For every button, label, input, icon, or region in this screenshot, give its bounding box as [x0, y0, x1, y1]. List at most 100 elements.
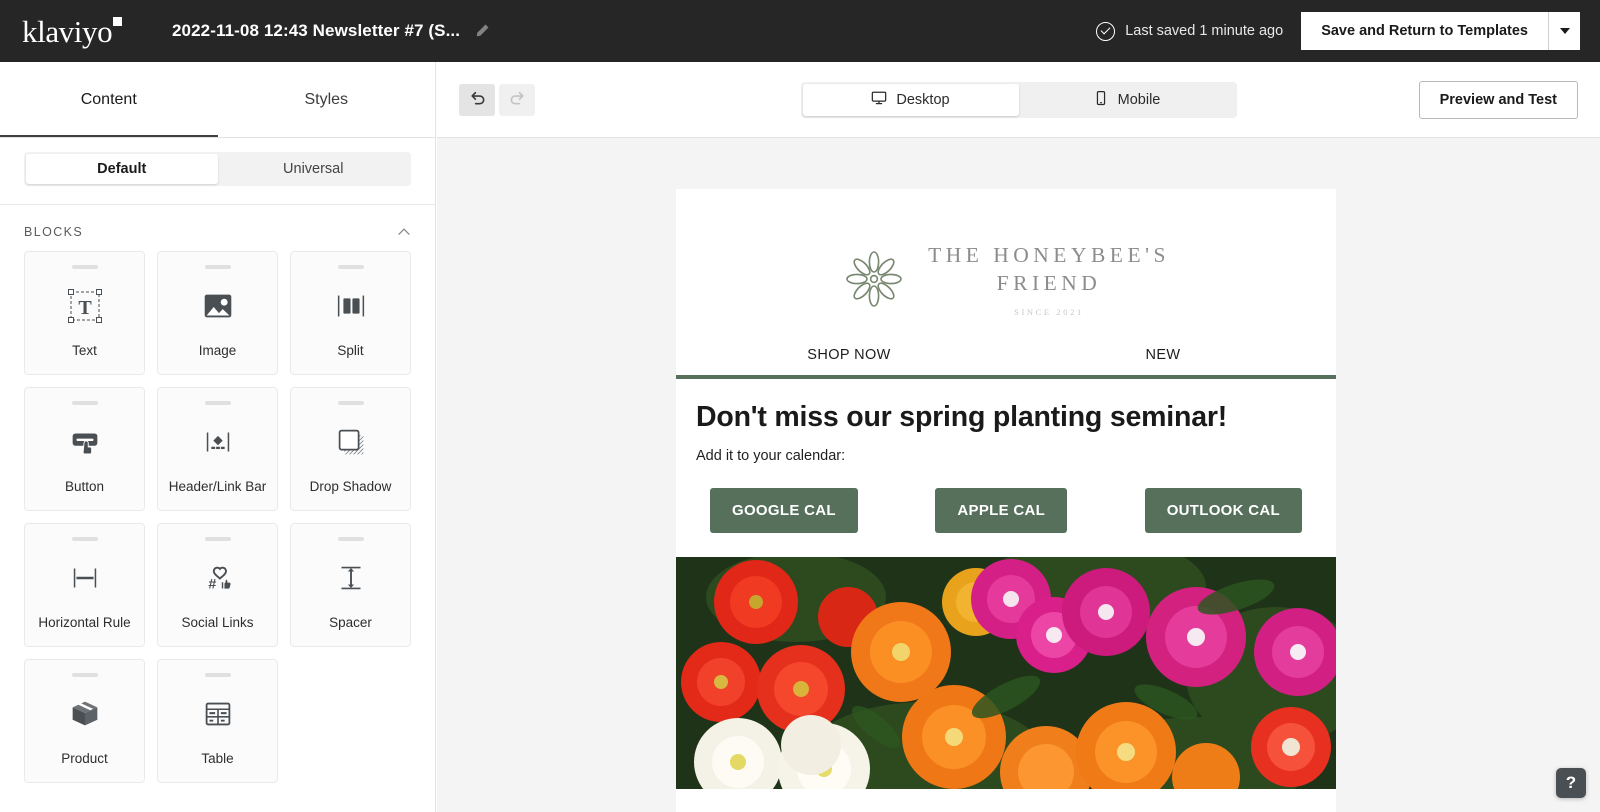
block-tile-spacer[interactable]: Spacer — [290, 523, 411, 647]
preview-and-test-button[interactable]: Preview and Test — [1419, 81, 1578, 119]
klaviyo-logo-text: klaviyo — [22, 16, 112, 47]
google-cal-button[interactable]: GOOGLE CAL — [710, 488, 858, 533]
redo-button — [499, 84, 535, 116]
scope-segmented-wrap: Default Universal — [0, 138, 435, 204]
svg-text:#: # — [208, 576, 216, 592]
block-tile-social-links[interactable]: # Social Links — [157, 523, 278, 647]
outlook-cal-button[interactable]: OUTLOOK CAL — [1145, 488, 1302, 533]
button-block-icon — [25, 405, 144, 479]
segment-universal[interactable]: Universal — [218, 154, 410, 184]
block-label: Button — [65, 479, 104, 510]
save-button-group: Save and Return to Templates — [1301, 12, 1580, 50]
split-block-icon — [291, 269, 410, 343]
block-tile-split[interactable]: Split — [290, 251, 411, 375]
top-bar: klaviyo 2022-11-08 12:43 Newsletter #7 (… — [0, 0, 1600, 62]
canvas-area: Desktop Mobile Preview and Test — [437, 62, 1600, 812]
block-tile-header-link-bar[interactable]: Header/Link Bar — [157, 387, 278, 511]
block-tile-drop-shadow[interactable]: Drop Shadow — [290, 387, 411, 511]
email-preview: THE HONEYBEE'S FRIEND SINCE 2021 SHOP NO… — [676, 189, 1336, 812]
calendar-button-row: GOOGLE CAL APPLE CAL OUTLOOK CAL — [676, 464, 1336, 533]
undo-arrow-icon — [468, 88, 487, 112]
device-option-desktop-label: Desktop — [896, 92, 949, 108]
brand-since-text: SINCE 2021 — [928, 307, 1170, 317]
save-status: Last saved 1 minute ago — [1096, 22, 1283, 41]
klaviyo-logo[interactable]: klaviyo — [0, 16, 172, 47]
brand-name: THE HONEYBEE'S FRIEND SINCE 2021 — [928, 241, 1170, 317]
monitor-icon — [871, 90, 887, 110]
block-label: Drop Shadow — [310, 479, 392, 510]
block-tile-horizontal-rule[interactable]: Horizontal Rule — [24, 523, 145, 647]
tab-styles-label: Styles — [304, 91, 348, 109]
flower-logo-icon — [842, 247, 906, 311]
chevron-up-icon[interactable] — [397, 225, 411, 239]
svg-text:T: T — [78, 297, 92, 319]
segment-default-label: Default — [97, 161, 146, 177]
block-label: Split — [337, 343, 363, 374]
segment-universal-label: Universal — [283, 161, 343, 177]
save-and-return-button[interactable]: Save and Return to Templates — [1301, 12, 1548, 50]
email-heading[interactable]: Don't miss our spring planting seminar! — [676, 379, 1336, 434]
blocks-section-title: BLOCKS — [24, 225, 83, 239]
block-label: Image — [199, 343, 237, 374]
device-option-desktop[interactable]: Desktop — [803, 84, 1019, 116]
device-toggle: Desktop Mobile — [801, 82, 1237, 118]
block-tile-text[interactable]: T Text — [24, 251, 145, 375]
block-label: Header/Link Bar — [169, 479, 267, 510]
panel-tabs: Content Styles — [0, 62, 435, 138]
canvas-toolbar: Desktop Mobile Preview and Test — [437, 62, 1600, 138]
brand-name-line2: FRIEND — [928, 269, 1170, 297]
left-panel: Content Styles Default Universal BLOCKS — [0, 62, 436, 812]
block-label: Text — [72, 343, 97, 374]
horizontal-rule-icon — [25, 541, 144, 615]
tab-styles[interactable]: Styles — [218, 62, 436, 138]
device-option-mobile-label: Mobile — [1118, 92, 1161, 108]
image-block-icon — [158, 269, 277, 343]
spacer-icon — [291, 541, 410, 615]
email-nav-link-shop-now[interactable]: SHOP NOW — [692, 347, 1006, 363]
hero-image[interactable] — [676, 557, 1336, 789]
drop-shadow-icon — [291, 405, 410, 479]
email-logo-block[interactable]: THE HONEYBEE'S FRIEND SINCE 2021 — [676, 189, 1336, 347]
help-button[interactable]: ? — [1556, 768, 1586, 798]
block-label: Horizontal Rule — [38, 615, 130, 646]
social-links-icon: # — [158, 541, 277, 615]
check-circle-icon — [1096, 22, 1115, 41]
pencil-icon[interactable] — [474, 23, 490, 39]
scope-segmented-control: Default Universal — [24, 152, 411, 186]
apple-cal-button[interactable]: APPLE CAL — [935, 488, 1067, 533]
product-box-icon — [25, 677, 144, 751]
brand-name-line1: THE HONEYBEE'S — [928, 241, 1170, 269]
tab-content-label: Content — [81, 91, 137, 109]
email-nav-link-new[interactable]: NEW — [1006, 347, 1320, 363]
block-label: Social Links — [181, 615, 253, 646]
document-title: 2022-11-08 12:43 Newsletter #7 (S... — [172, 21, 460, 41]
segment-default[interactable]: Default — [26, 154, 218, 184]
undo-button[interactable] — [459, 84, 495, 116]
email-subtext[interactable]: Add it to your calendar: — [676, 434, 1336, 464]
block-tile-table[interactable]: Table — [157, 659, 278, 783]
top-bar-right: Last saved 1 minute ago Save and Return … — [1096, 12, 1600, 50]
device-option-mobile[interactable]: Mobile — [1019, 84, 1235, 116]
header-link-bar-icon — [158, 405, 277, 479]
block-label: Product — [61, 751, 108, 782]
block-label: Table — [201, 751, 233, 782]
tabs-underline — [0, 137, 436, 138]
save-status-text: Last saved 1 minute ago — [1125, 23, 1283, 39]
canvas-scroll-region[interactable]: THE HONEYBEE'S FRIEND SINCE 2021 SHOP NO… — [437, 138, 1600, 812]
email-nav-bar[interactable]: SHOP NOW NEW — [676, 347, 1336, 379]
block-tile-product[interactable]: Product — [24, 659, 145, 783]
klaviyo-logo-dot — [113, 17, 122, 26]
tab-content[interactable]: Content — [0, 62, 218, 138]
block-label: Spacer — [329, 615, 372, 646]
chevron-down-icon — [1560, 28, 1570, 34]
table-icon — [158, 677, 277, 751]
block-tile-image[interactable]: Image — [157, 251, 278, 375]
blocks-grid: T Text Image — [0, 251, 435, 783]
redo-arrow-icon — [508, 88, 527, 112]
question-mark-icon: ? — [1566, 773, 1576, 793]
block-tile-button[interactable]: Button — [24, 387, 145, 511]
save-options-dropdown[interactable] — [1548, 12, 1580, 50]
blocks-section-header[interactable]: BLOCKS — [0, 205, 435, 251]
phone-icon — [1093, 90, 1109, 110]
text-block-icon: T — [25, 269, 144, 343]
